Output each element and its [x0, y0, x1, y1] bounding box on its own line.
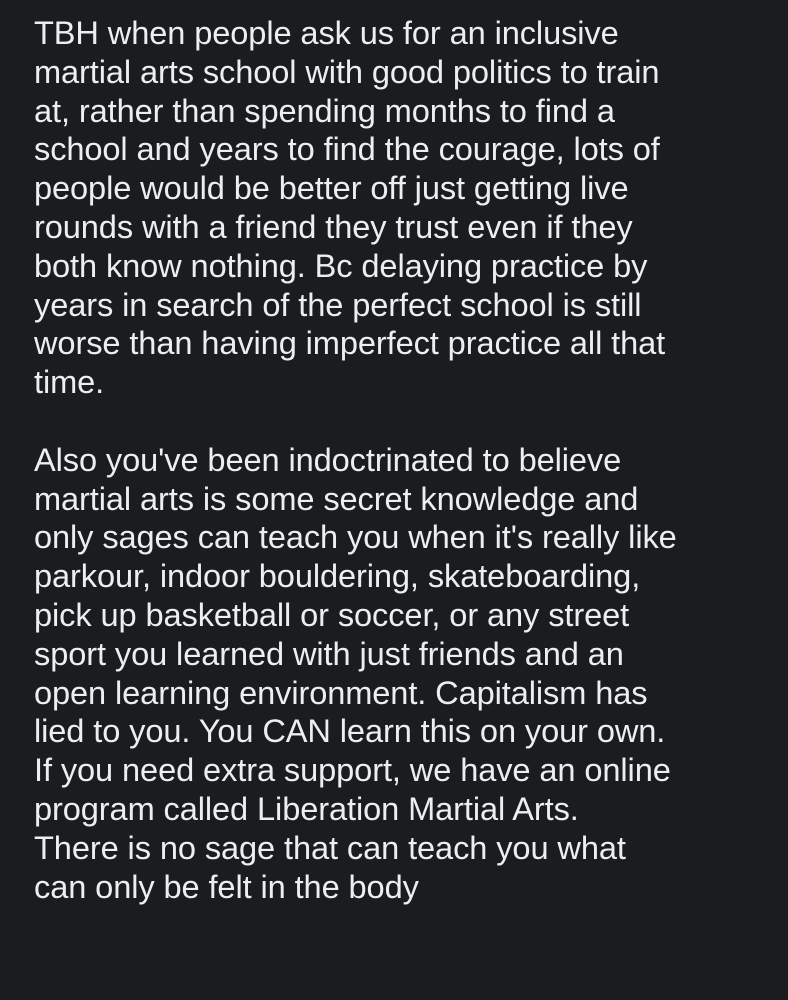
- text-line: If you need extra support, we have an on…: [34, 751, 671, 789]
- text-line: program called Liberation Martial Arts.: [34, 789, 579, 827]
- text-line: pick up basketball or soccer, or any str…: [34, 595, 630, 633]
- text-line: lied to you. You CAN learn this on your …: [34, 712, 666, 750]
- text-line: rounds with a friend they trust even if …: [34, 207, 633, 245]
- text-line: years in search of the perfect school is…: [34, 285, 642, 323]
- text-line: open learning environment. Capitalism ha…: [34, 673, 648, 711]
- text-line: Also you've been indoctrinated to believ…: [34, 440, 622, 478]
- text-line: time.: [34, 363, 105, 401]
- post-paragraph-1: TBH when people ask us for an inclusive …: [34, 14, 768, 402]
- text-line: school and years to find the courage, lo…: [34, 130, 660, 168]
- text-line: both know nothing. Bc delaying practice …: [34, 246, 648, 284]
- post-body: TBH when people ask us for an inclusive …: [0, 0, 788, 1000]
- text-line: parkour, indoor bouldering, skateboardin…: [34, 557, 641, 595]
- text-line: at, rather than spending months to find …: [34, 91, 615, 129]
- text-line: martial arts is some secret knowledge an…: [34, 479, 639, 517]
- text-line: martial arts school with good politics t…: [34, 52, 660, 90]
- text-line: There is no sage that can teach you what: [34, 828, 626, 866]
- text-line: can only be felt in the body: [34, 867, 419, 905]
- text-line: worse than having imperfect practice all…: [34, 324, 666, 362]
- text-line: people would be better off just getting …: [34, 169, 629, 207]
- text-line: sport you learned with just friends and …: [34, 634, 624, 672]
- text-line: TBH when people ask us for an inclusive: [34, 14, 619, 51]
- text-line: only sages can teach you when it's reall…: [34, 518, 677, 556]
- post-paragraph-2: Also you've been indoctrinated to believ…: [34, 441, 768, 907]
